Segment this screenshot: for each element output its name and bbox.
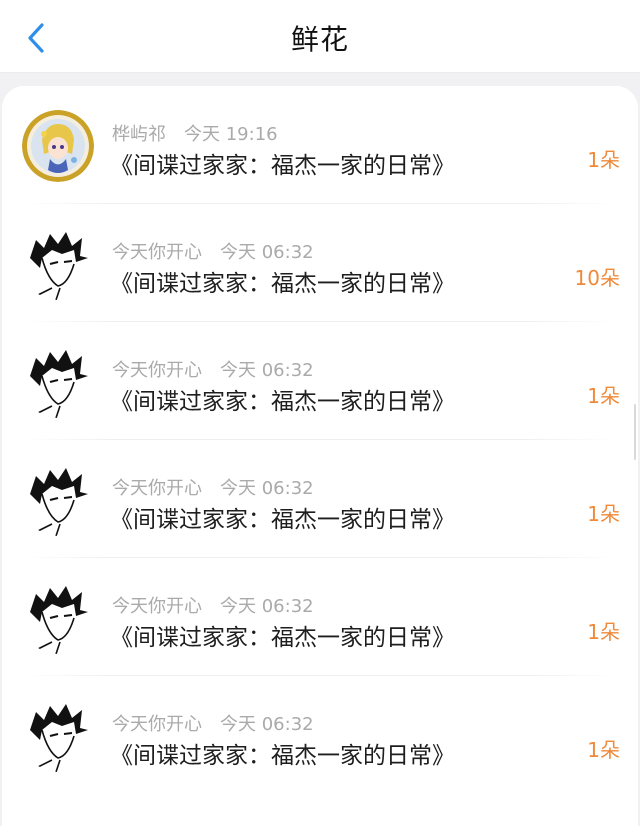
avatar[interactable] <box>22 464 94 536</box>
list-item[interactable]: 今天你开心 今天 06:32 《间谍过家家：福杰一家的日常》 1朵 <box>2 558 638 676</box>
record-meta: 今天你开心 今天 06:32 <box>112 710 314 736</box>
record-meta: 桦屿祁 今天 19:16 <box>112 120 278 146</box>
avatar[interactable] <box>22 110 94 182</box>
book-title[interactable]: 《间谍过家家：福杰一家的日常》 <box>110 618 455 652</box>
avatar[interactable] <box>22 346 94 418</box>
flower-record-list: 桦屿祁 今天 19:16 《间谍过家家：福杰一家的日常》 1朵 今天你开心 今天 0… <box>2 86 638 826</box>
timestamp: 今天 19:16 <box>184 124 278 145</box>
username[interactable]: 今天你开心 <box>112 478 202 499</box>
flower-count: 1朵 <box>587 502 620 526</box>
flower-count: 1朵 <box>587 384 620 408</box>
list-item[interactable]: 今天你开心 今天 06:32 《间谍过家家：福杰一家的日常》 1朵 <box>2 676 638 794</box>
timestamp: 今天 06:32 <box>220 242 314 263</box>
record-meta: 今天你开心 今天 06:32 <box>112 592 314 618</box>
page-title: 鲜花 <box>290 23 349 56</box>
avatar[interactable] <box>22 700 94 772</box>
username[interactable]: 今天你开心 <box>112 242 202 263</box>
timestamp: 今天 06:32 <box>220 360 314 381</box>
list-item[interactable]: 今天你开心 今天 06:32 《间谍过家家：福杰一家的日常》 10朵 <box>2 204 638 322</box>
list-item[interactable]: 今天你开心 今天 06:32 《间谍过家家：福杰一家的日常》 1朵 <box>2 322 638 440</box>
list-item[interactable]: 今天你开心 今天 06:32 《间谍过家家：福杰一家的日常》 1朵 <box>2 440 638 558</box>
timestamp: 今天 06:32 <box>220 714 314 735</box>
avatar[interactable] <box>22 582 94 654</box>
book-title[interactable]: 《间谍过家家：福杰一家的日常》 <box>110 500 455 534</box>
username[interactable]: 今天你开心 <box>112 596 202 617</box>
flower-count: 1朵 <box>587 148 620 172</box>
book-title[interactable]: 《间谍过家家：福杰一家的日常》 <box>110 264 455 298</box>
record-meta: 今天你开心 今天 06:32 <box>112 474 314 500</box>
flower-count: 1朵 <box>587 620 620 644</box>
scrollbar[interactable] <box>634 404 636 460</box>
timestamp: 今天 06:32 <box>220 596 314 617</box>
avatar[interactable] <box>22 228 94 300</box>
flower-count: 1朵 <box>587 738 620 762</box>
timestamp: 今天 06:32 <box>220 478 314 499</box>
nav-header: 鲜花 <box>0 0 640 73</box>
username[interactable]: 桦屿祁 <box>112 124 166 145</box>
record-meta: 今天你开心 今天 06:32 <box>112 238 314 264</box>
list-item[interactable]: 桦屿祁 今天 19:16 《间谍过家家：福杰一家的日常》 1朵 <box>2 86 638 204</box>
username[interactable]: 今天你开心 <box>112 714 202 735</box>
username[interactable]: 今天你开心 <box>112 360 202 381</box>
record-meta: 今天你开心 今天 06:32 <box>112 356 314 382</box>
flower-count: 10朵 <box>574 266 620 290</box>
book-title[interactable]: 《间谍过家家：福杰一家的日常》 <box>110 736 455 770</box>
book-title[interactable]: 《间谍过家家：福杰一家的日常》 <box>110 382 455 416</box>
book-title[interactable]: 《间谍过家家：福杰一家的日常》 <box>110 146 455 180</box>
